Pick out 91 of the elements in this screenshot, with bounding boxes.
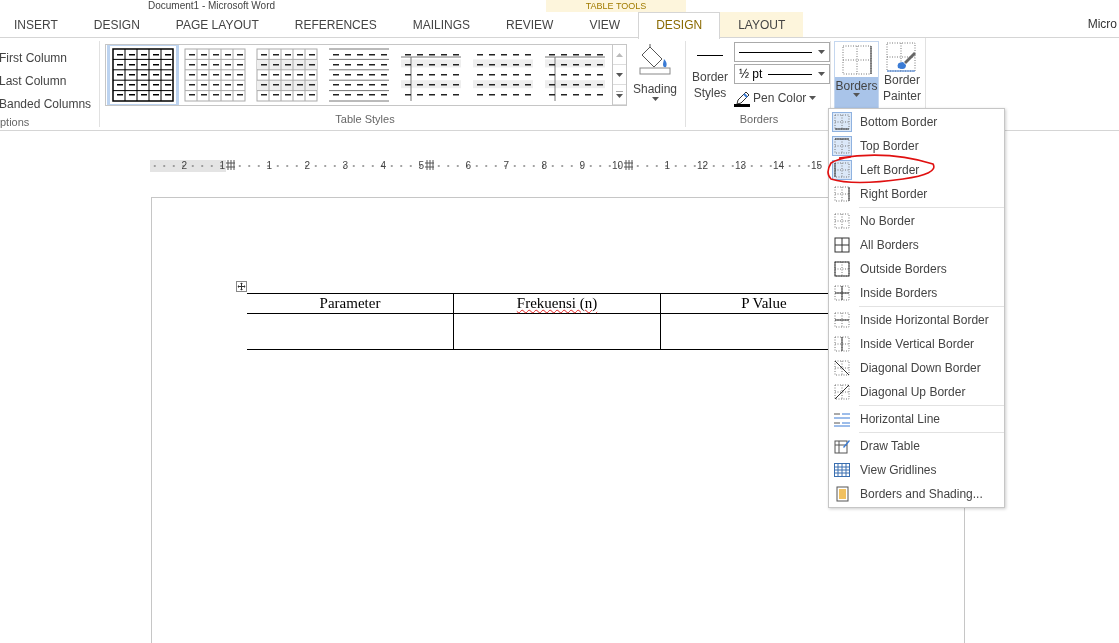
column-marker-icon: [226, 160, 235, 170]
menu-item[interactable]: Inside Borders: [829, 281, 1004, 305]
menu-item[interactable]: Top Border: [829, 134, 1004, 158]
caret-icon: [818, 50, 825, 54]
move-handle-icon[interactable]: [236, 281, 247, 292]
ruler-number: 1: [266, 160, 272, 171]
shading-button[interactable]: Shading: [630, 41, 681, 113]
grid-icon: [834, 462, 850, 478]
table-option[interactable]: Last Column: [0, 70, 99, 93]
window-title: Document1 - Microsoft Word: [148, 0, 277, 12]
line-style-icon: [697, 55, 723, 56]
table-style-thumbnail[interactable]: [107, 45, 179, 105]
ruler-number: 1: [219, 160, 225, 171]
ruler-number: 3: [342, 160, 348, 171]
paint-bucket-icon: [638, 43, 672, 75]
cell-text: Parameter: [319, 295, 381, 311]
ribbon-tab[interactable]: LAYOUT: [720, 12, 804, 37]
up-arrow-icon: [616, 52, 623, 57]
menu-item[interactable]: Bottom Border: [829, 110, 1004, 134]
line-style-dropdown[interactable]: [734, 42, 830, 62]
menu-item[interactable]: Borders and Shading...: [829, 482, 1004, 506]
no-border-icon: [834, 213, 850, 229]
border-styles-button[interactable]: Border Styles: [688, 41, 732, 113]
ruler-number: 2: [181, 160, 187, 171]
ribbon-tab[interactable]: REVIEW: [488, 12, 572, 37]
diagonal-down-border-icon: [834, 360, 850, 376]
caret-icon: [809, 96, 817, 100]
group-label: Borders: [738, 113, 780, 127]
ruler-number: 2: [304, 160, 310, 171]
inside-vertical-border-icon: [834, 336, 850, 352]
column-marker-icon: [624, 160, 633, 170]
account-name: Micro: [1087, 16, 1118, 33]
inside-horizontal-border-icon: [834, 312, 850, 328]
menu-item[interactable]: No Border: [829, 209, 1004, 233]
ruler-number: 4: [380, 160, 386, 171]
document-icon: [834, 486, 850, 502]
ruler-number: 9: [579, 160, 585, 171]
ruler-number: 8: [541, 160, 547, 171]
ruler-number: 5: [418, 160, 424, 171]
inside-borders-icon: [834, 285, 850, 301]
menu-item[interactable]: Inside Vertical Border: [829, 332, 1004, 356]
menu-item[interactable]: Diagonal Up Border: [829, 380, 1004, 404]
menu-item[interactable]: Diagonal Down Border: [829, 356, 1004, 380]
right-border-icon: [834, 186, 850, 202]
outside-borders-icon: [834, 261, 850, 277]
ribbon-tab[interactable]: DESIGN: [638, 12, 721, 39]
ribbon-tab[interactable]: MAILINGS: [394, 12, 489, 37]
menu-item[interactable]: Outside Borders: [829, 257, 1004, 281]
more-arrow-icon: [616, 91, 623, 98]
column-marker-icon: [425, 160, 434, 170]
ribbon-tab[interactable]: DESIGN: [75, 12, 158, 37]
menu-item[interactable]: Inside Horizontal Border: [829, 308, 1004, 332]
ruler-number: 13: [734, 160, 746, 171]
diagonal-up-border-icon: [834, 384, 850, 400]
menu-item[interactable]: All Borders: [829, 233, 1004, 257]
draw-table-icon: [834, 438, 850, 454]
cell-text: Frekuensi (n): [516, 295, 598, 311]
menu-item[interactable]: Left Border: [829, 158, 1004, 182]
ribbon-tab[interactable]: INSERT: [0, 12, 76, 37]
line-weight-dropdown[interactable]: ½ pt: [734, 64, 830, 84]
all-borders-icon: [834, 237, 850, 253]
ruler-number: 14: [772, 160, 784, 171]
group-label: Table Styles: [334, 113, 396, 127]
ribbon-tab[interactable]: REFERENCES: [276, 12, 395, 37]
pen-icon: [734, 89, 750, 107]
menu-item[interactable]: Right Border: [829, 182, 1004, 206]
menu-item[interactable]: View Gridlines: [829, 458, 1004, 482]
border-painter-icon: [886, 42, 918, 72]
ruler-number: 12: [696, 160, 708, 171]
caret-icon: [651, 97, 659, 101]
ribbon-tab[interactable]: PAGE LAYOUT: [157, 12, 277, 37]
ruler-number: 1: [664, 160, 670, 171]
menu-item[interactable]: Draw Table: [829, 434, 1004, 458]
ruler-number: 6: [465, 160, 471, 171]
caret-icon: [853, 93, 860, 97]
table-option[interactable]: Banded Columns: [0, 93, 99, 116]
menu-item[interactable]: Horizontal Line: [829, 407, 1004, 431]
table-option[interactable]: First Column: [0, 47, 99, 70]
borders-button[interactable]: Borders: [834, 41, 879, 109]
ruler-number: 7: [503, 160, 509, 171]
down-arrow-icon: [616, 72, 623, 77]
ruler-number: 10: [611, 160, 623, 171]
border-grid-icon: [841, 44, 872, 75]
group-label: ptions: [0, 116, 31, 130]
ribbon-tab[interactable]: VIEW: [571, 12, 639, 37]
pen-color-button[interactable]: Pen Color: [734, 88, 830, 108]
cell-text: P Value: [741, 295, 787, 311]
horizontal-line-icon: [834, 411, 850, 427]
ruler-number: 15: [810, 160, 822, 171]
contextual-tab-header: TABLE TOOLS: [546, 0, 686, 12]
caret-icon: [818, 72, 825, 76]
